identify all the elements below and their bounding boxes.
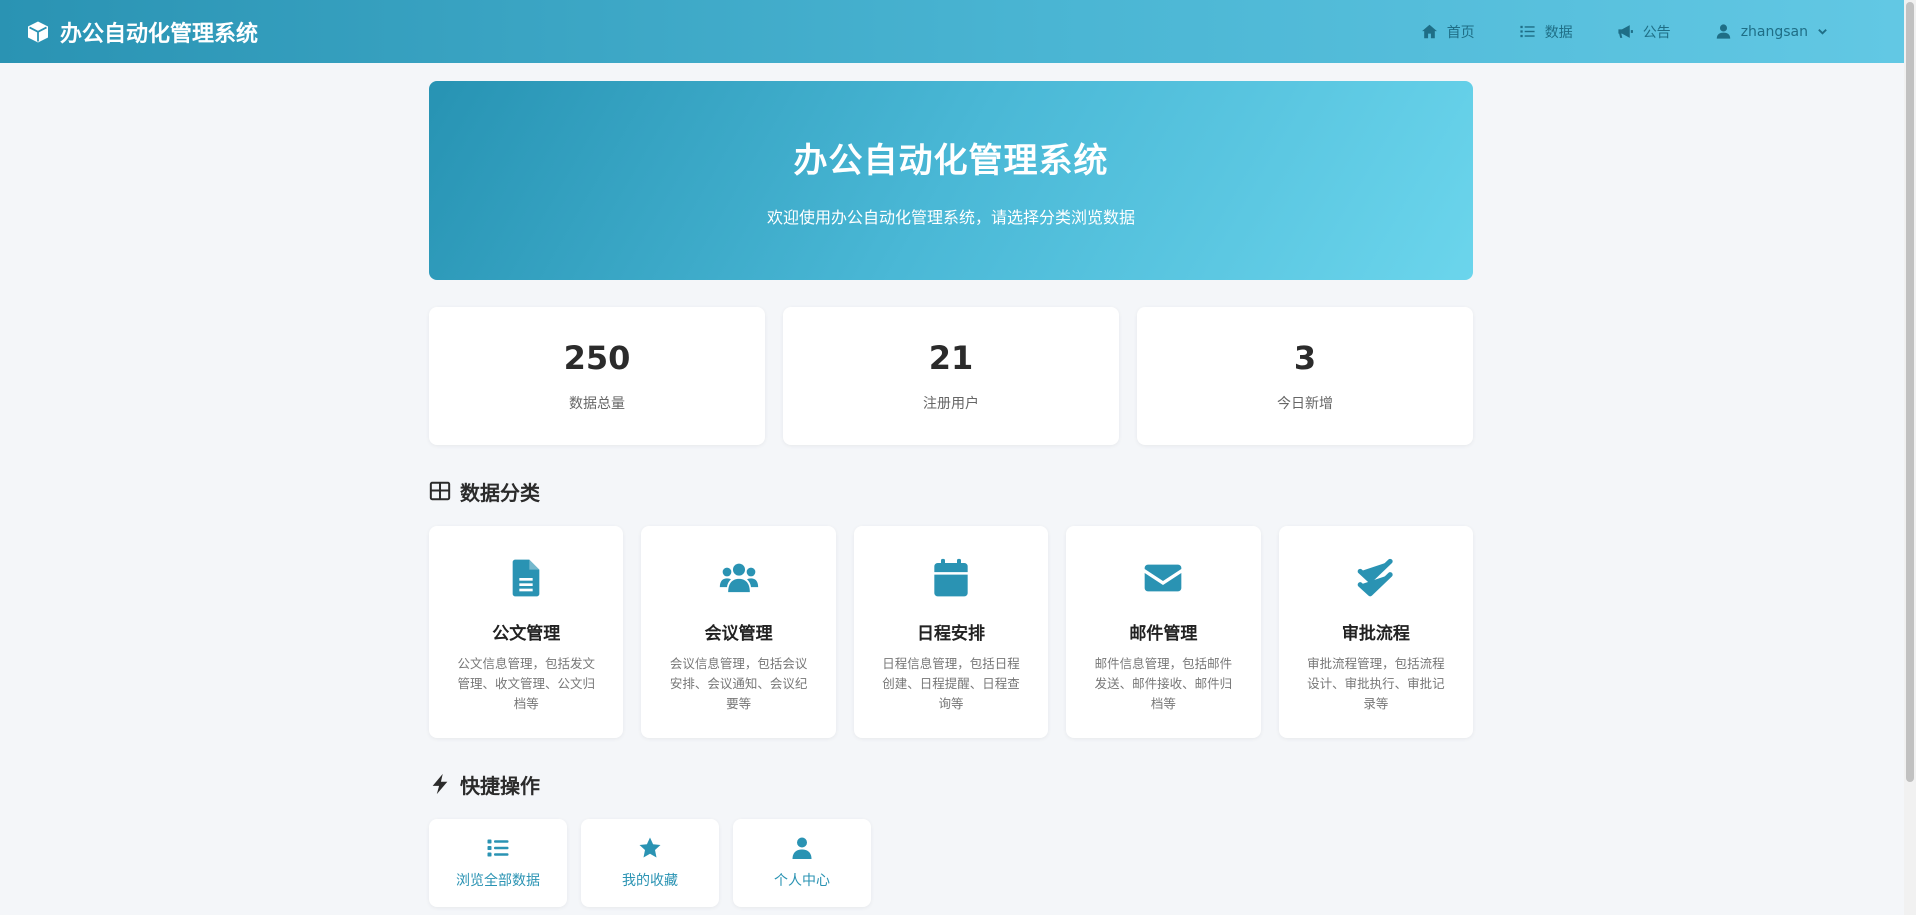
stat-value: 3: [1293, 339, 1317, 377]
user-name: zhangsan: [1740, 23, 1808, 40]
users-icon: [719, 563, 758, 593]
document-icon: [512, 559, 540, 597]
brand-title: 办公自动化管理系统: [60, 21, 259, 47]
categories-heading: 数据分类: [429, 479, 1473, 505]
category-desc: 会议信息管理，包括会议安排、会议通知、会议纪要等: [669, 656, 808, 711]
stat-label: 注册用户: [923, 396, 979, 412]
list-icon: [487, 839, 509, 857]
quick-action-label: 浏览全部数据: [456, 873, 540, 889]
category-grid: 公文管理 公文信息管理，包括发文管理、收文管理、公文归档等 会议管理 会议信息管…: [429, 526, 1474, 738]
scrollbar[interactable]: [1904, 0, 1916, 915]
nav-links: 首页 数据 公告 zhangsan: [1421, 22, 1878, 42]
hero-subtitle: 欢迎使用办公自动化管理系统，请选择分类浏览数据: [766, 208, 1135, 227]
quick-actions: 浏览全部数据 我的收藏 个人中心: [429, 819, 1473, 907]
stat-value: 250: [563, 339, 631, 377]
category-name: 邮件管理: [1129, 624, 1198, 644]
category-desc: 公文信息管理，包括发文管理、收文管理、公文归档等: [457, 656, 595, 711]
quick-action-browse-all[interactable]: 浏览全部数据: [429, 819, 567, 907]
hero-banner: 办公自动化管理系统 欢迎使用办公自动化管理系统，请选择分类浏览数据: [429, 81, 1473, 280]
category-desc: 邮件信息管理，包括邮件发送、邮件接收、邮件归档等: [1094, 656, 1233, 711]
category-name: 审批流程: [1341, 624, 1410, 644]
stat-card-today: 3 今日新增: [1137, 307, 1473, 445]
stat-label: 数据总量: [569, 396, 625, 412]
user-icon: [792, 837, 812, 859]
category-card-approval[interactable]: 审批流程 审批流程管理，包括流程设计、审批执行、审批记录等: [1278, 526, 1474, 738]
navbar: 办公自动化管理系统 首页 数据 公告 zhangsan: [0, 0, 1904, 63]
nav-data[interactable]: 数据: [1519, 22, 1573, 42]
bolt-icon: [432, 773, 448, 795]
quick-action-profile[interactable]: 个人中心: [733, 819, 871, 907]
calendar-icon: [934, 558, 968, 597]
nav-notice-label: 公告: [1642, 24, 1671, 41]
category-name: 日程安排: [917, 624, 986, 644]
home-icon: [1421, 24, 1437, 39]
category-desc: 日程信息管理，包括日程创建、日程提醒、日程查询等: [882, 656, 1020, 711]
category-name: 公文管理: [492, 624, 561, 644]
list-icon: [1520, 25, 1535, 38]
star-icon: [639, 837, 661, 858]
category-card-schedule[interactable]: 日程安排 日程信息管理，包括日程创建、日程提醒、日程查询等: [853, 526, 1049, 738]
category-name: 会议管理: [704, 624, 773, 644]
category-desc: 审批流程管理，包括流程设计、审批执行、审批记录等: [1307, 656, 1445, 711]
category-card-meetings[interactable]: 会议管理 会议信息管理，包括会议安排、会议通知、会议纪要等: [641, 526, 836, 738]
nav-notice[interactable]: 公告: [1617, 22, 1671, 42]
quick-action-favorites[interactable]: 我的收藏: [581, 819, 719, 907]
stat-card-users: 21 注册用户: [783, 307, 1119, 445]
check-double-icon: [1357, 558, 1393, 597]
stat-label: 今日新增: [1277, 396, 1333, 412]
stats-row: 250 数据总量 21 注册用户 3 今日新增: [429, 307, 1473, 445]
megaphone-icon: [1618, 25, 1633, 38]
category-card-mail[interactable]: 邮件管理 邮件信息管理，包括邮件发送、邮件接收、邮件归档等: [1066, 526, 1261, 738]
quick-actions-title: 快捷操作: [460, 773, 540, 798]
cube-icon: [28, 21, 48, 42]
chevron-down-icon: [1818, 29, 1827, 35]
nav-home-label: 首页: [1446, 24, 1475, 41]
brand[interactable]: 办公自动化管理系统: [26, 16, 258, 48]
quick-action-label: 我的收藏: [622, 873, 678, 889]
quick-actions-heading: 快捷操作: [429, 772, 1473, 798]
user-icon: [1716, 24, 1730, 39]
stat-card-total: 250 数据总量: [429, 307, 765, 445]
main-content: 办公自动化管理系统 欢迎使用办公自动化管理系统，请选择分类浏览数据 250 数据…: [429, 81, 1474, 907]
hero-title: 办公自动化管理系统: [793, 141, 1109, 181]
nav-home[interactable]: 首页: [1421, 22, 1475, 42]
nav-data-label: 数据: [1544, 24, 1573, 41]
table-icon: [429, 481, 451, 501]
categories-title: 数据分类: [460, 480, 540, 505]
scrollbar-thumb[interactable]: [1906, 2, 1914, 782]
quick-action-label: 个人中心: [774, 873, 830, 889]
user-menu[interactable]: zhangsan: [1715, 23, 1828, 40]
stat-value: 21: [928, 339, 974, 377]
envelope-icon: [1145, 564, 1182, 592]
category-card-documents[interactable]: 公文管理 公文信息管理，包括发文管理、收文管理、公文归档等: [429, 526, 624, 738]
